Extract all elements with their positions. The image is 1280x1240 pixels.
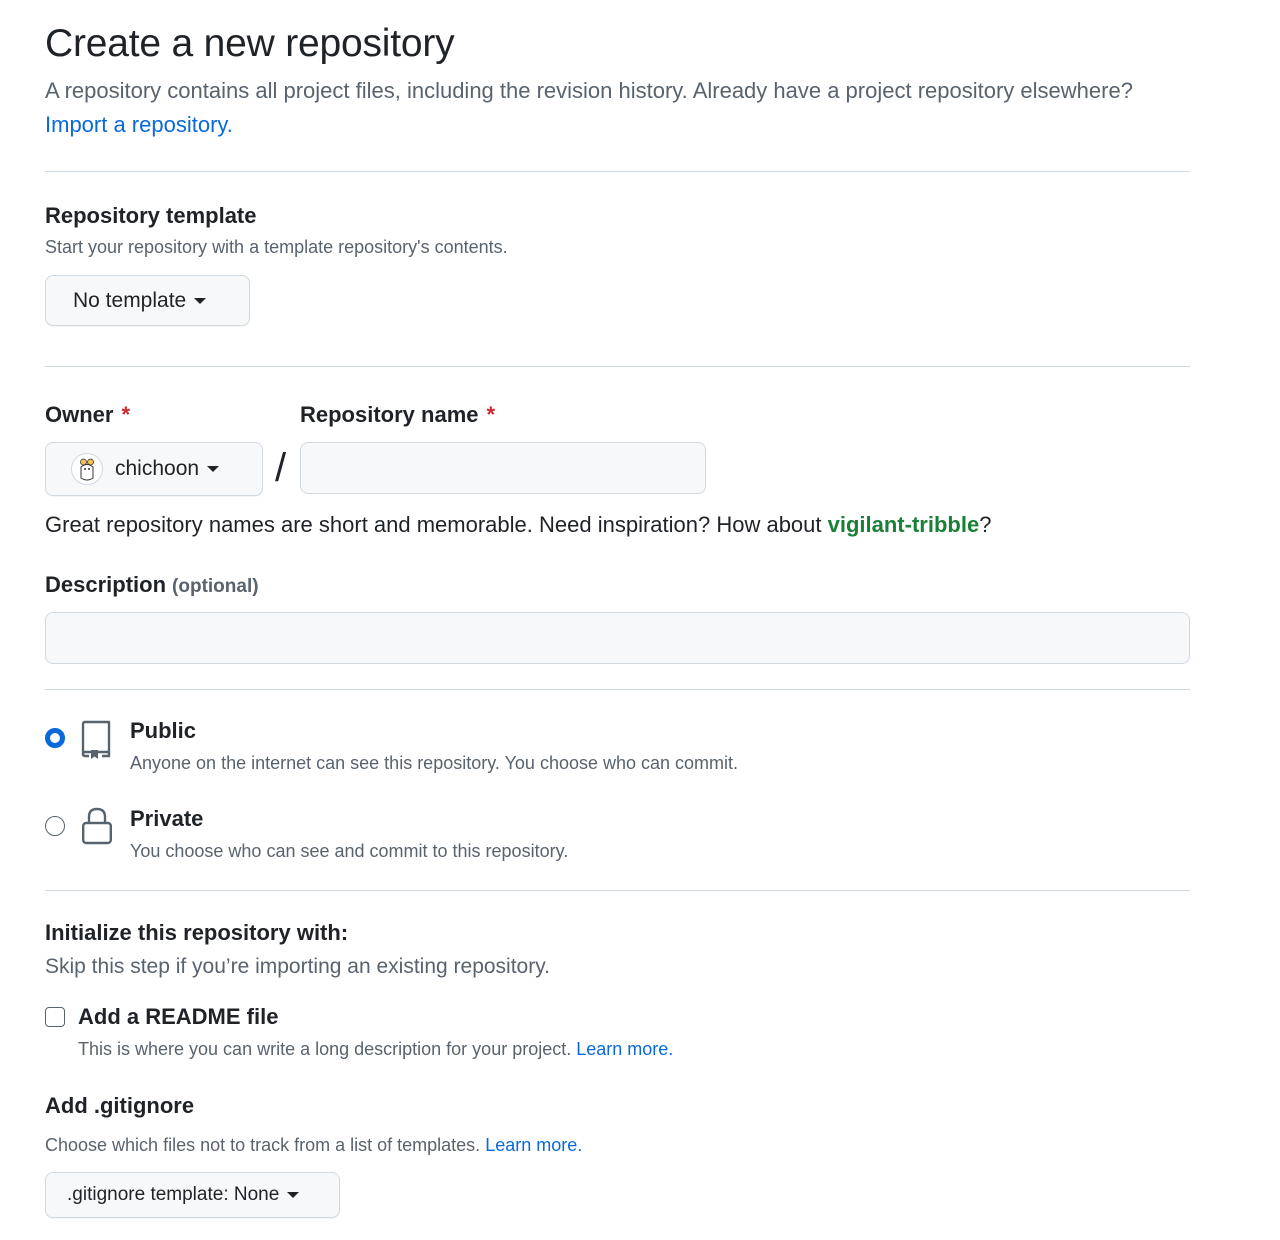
template-button-label: No template: [73, 288, 187, 312]
repository-name-label: Repository name *: [300, 402, 495, 428]
lock-icon: [81, 806, 113, 851]
readme-label[interactable]: Add a README file: [78, 1004, 278, 1030]
public-radio[interactable]: [45, 728, 65, 748]
hint-suffix: ?: [979, 512, 992, 537]
public-option-title: Public: [130, 718, 197, 743]
private-option-title: Private: [130, 806, 204, 831]
public-option-description: Anyone on the internet can see this repo…: [130, 753, 739, 773]
readme-learn-more-link[interactable]: Learn more.: [576, 1039, 673, 1059]
gitignore-learn-more-link[interactable]: Learn more.: [485, 1135, 582, 1155]
template-section-description: Start your repository with a template re…: [45, 237, 508, 257]
private-option-description: You choose who can see and commit to thi…: [130, 841, 569, 861]
readme-description-text: This is where you can write a long descr…: [78, 1039, 572, 1059]
hint-prefix: Great repository names are short and mem…: [45, 512, 828, 537]
initialize-section-title: Initialize this repository with:: [45, 920, 349, 945]
initialize-section-description: Skip this step if you’re importing an ex…: [45, 955, 551, 978]
gitignore-section-title: Add .gitignore: [45, 1093, 195, 1118]
caret-down-icon: [194, 297, 207, 304]
caret-down-icon: [207, 466, 220, 472]
readme-checkbox[interactable]: [45, 1007, 65, 1027]
gitignore-description-text: Choose which files not to track from a l…: [45, 1135, 481, 1155]
repository-name-input[interactable]: [300, 442, 706, 494]
repository-name-label-text: Repository name: [300, 402, 479, 427]
page-title: Create a new repository: [45, 22, 455, 65]
import-repository-link[interactable]: Import a repository.: [45, 112, 233, 137]
divider: [45, 890, 1190, 891]
suggested-repo-name[interactable]: vigilant-tribble: [828, 512, 980, 537]
description-label: Description (optional): [45, 572, 259, 598]
page-subtitle: A repository contains all project files,…: [45, 74, 1145, 142]
owner-label: Owner *: [45, 402, 130, 428]
octocat-avatar-icon: [71, 453, 103, 485]
repository-name-required-mark: *: [486, 402, 496, 427]
divider: [45, 689, 1190, 690]
owner-label-text: Owner: [45, 402, 114, 427]
repository-name-hint: Great repository names are short and mem…: [45, 512, 991, 538]
caret-down-icon: [287, 1192, 300, 1198]
optional-tag: (optional): [172, 576, 259, 597]
owner-required-mark: *: [121, 402, 131, 427]
owner-name: chichoon: [115, 457, 200, 480]
description-input[interactable]: [45, 612, 1190, 664]
description-label-text: Description: [45, 572, 167, 597]
subtitle-text: A repository contains all project files,…: [45, 78, 1133, 103]
readme-description: This is where you can write a long descr…: [78, 1039, 673, 1060]
divider: [45, 171, 1190, 172]
owner-repo-separator: /: [275, 446, 287, 490]
gitignore-button-label: .gitignore template: None: [67, 1184, 280, 1205]
template-select-button[interactable]: No template: [45, 275, 250, 326]
repo-icon: [80, 720, 112, 765]
gitignore-description: Choose which files not to track from a l…: [45, 1135, 582, 1156]
owner-select-button[interactable]: chichoon: [45, 442, 263, 496]
private-radio[interactable]: [45, 816, 65, 836]
divider: [45, 366, 1190, 367]
gitignore-template-select-button[interactable]: .gitignore template: None: [45, 1172, 340, 1218]
template-section-title: Repository template: [45, 203, 257, 228]
